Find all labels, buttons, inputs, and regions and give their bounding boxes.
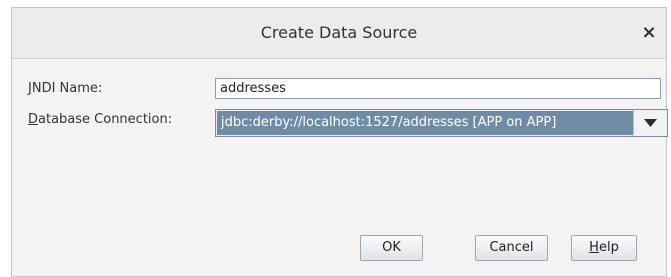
database-connection-selected-value: jdbc:derby://localhost:1527/addresses [A… [217,111,634,135]
jndi-name-label: JNDI Name: [28,81,102,96]
db-label-text: atabase Connection: [38,112,173,127]
help-mnemonic: H [589,240,599,255]
combobox-dropdown-button[interactable] [633,110,667,136]
chevron-down-icon [644,119,657,127]
ok-button[interactable]: OK [360,235,423,261]
database-connection-combobox[interactable]: jdbc:derby://localhost:1527/addresses [A… [215,109,668,137]
title-bar[interactable]: Create Data Source × [12,8,666,59]
help-button[interactable]: Help [571,235,637,261]
dialog-title: Create Data Source [260,23,418,42]
help-label-text: elp [598,240,619,255]
close-icon[interactable]: × [638,22,660,44]
jndi-name-input[interactable]: addresses [215,78,661,99]
create-data-source-dialog: Create Data Source × JNDI Name: addresse… [11,7,668,277]
database-connection-label: Database Connection: [28,112,172,127]
db-label-mnemonic: D [28,112,39,127]
cancel-button[interactable]: Cancel [475,235,548,261]
jndi-label-text: NDI Name: [31,81,103,96]
